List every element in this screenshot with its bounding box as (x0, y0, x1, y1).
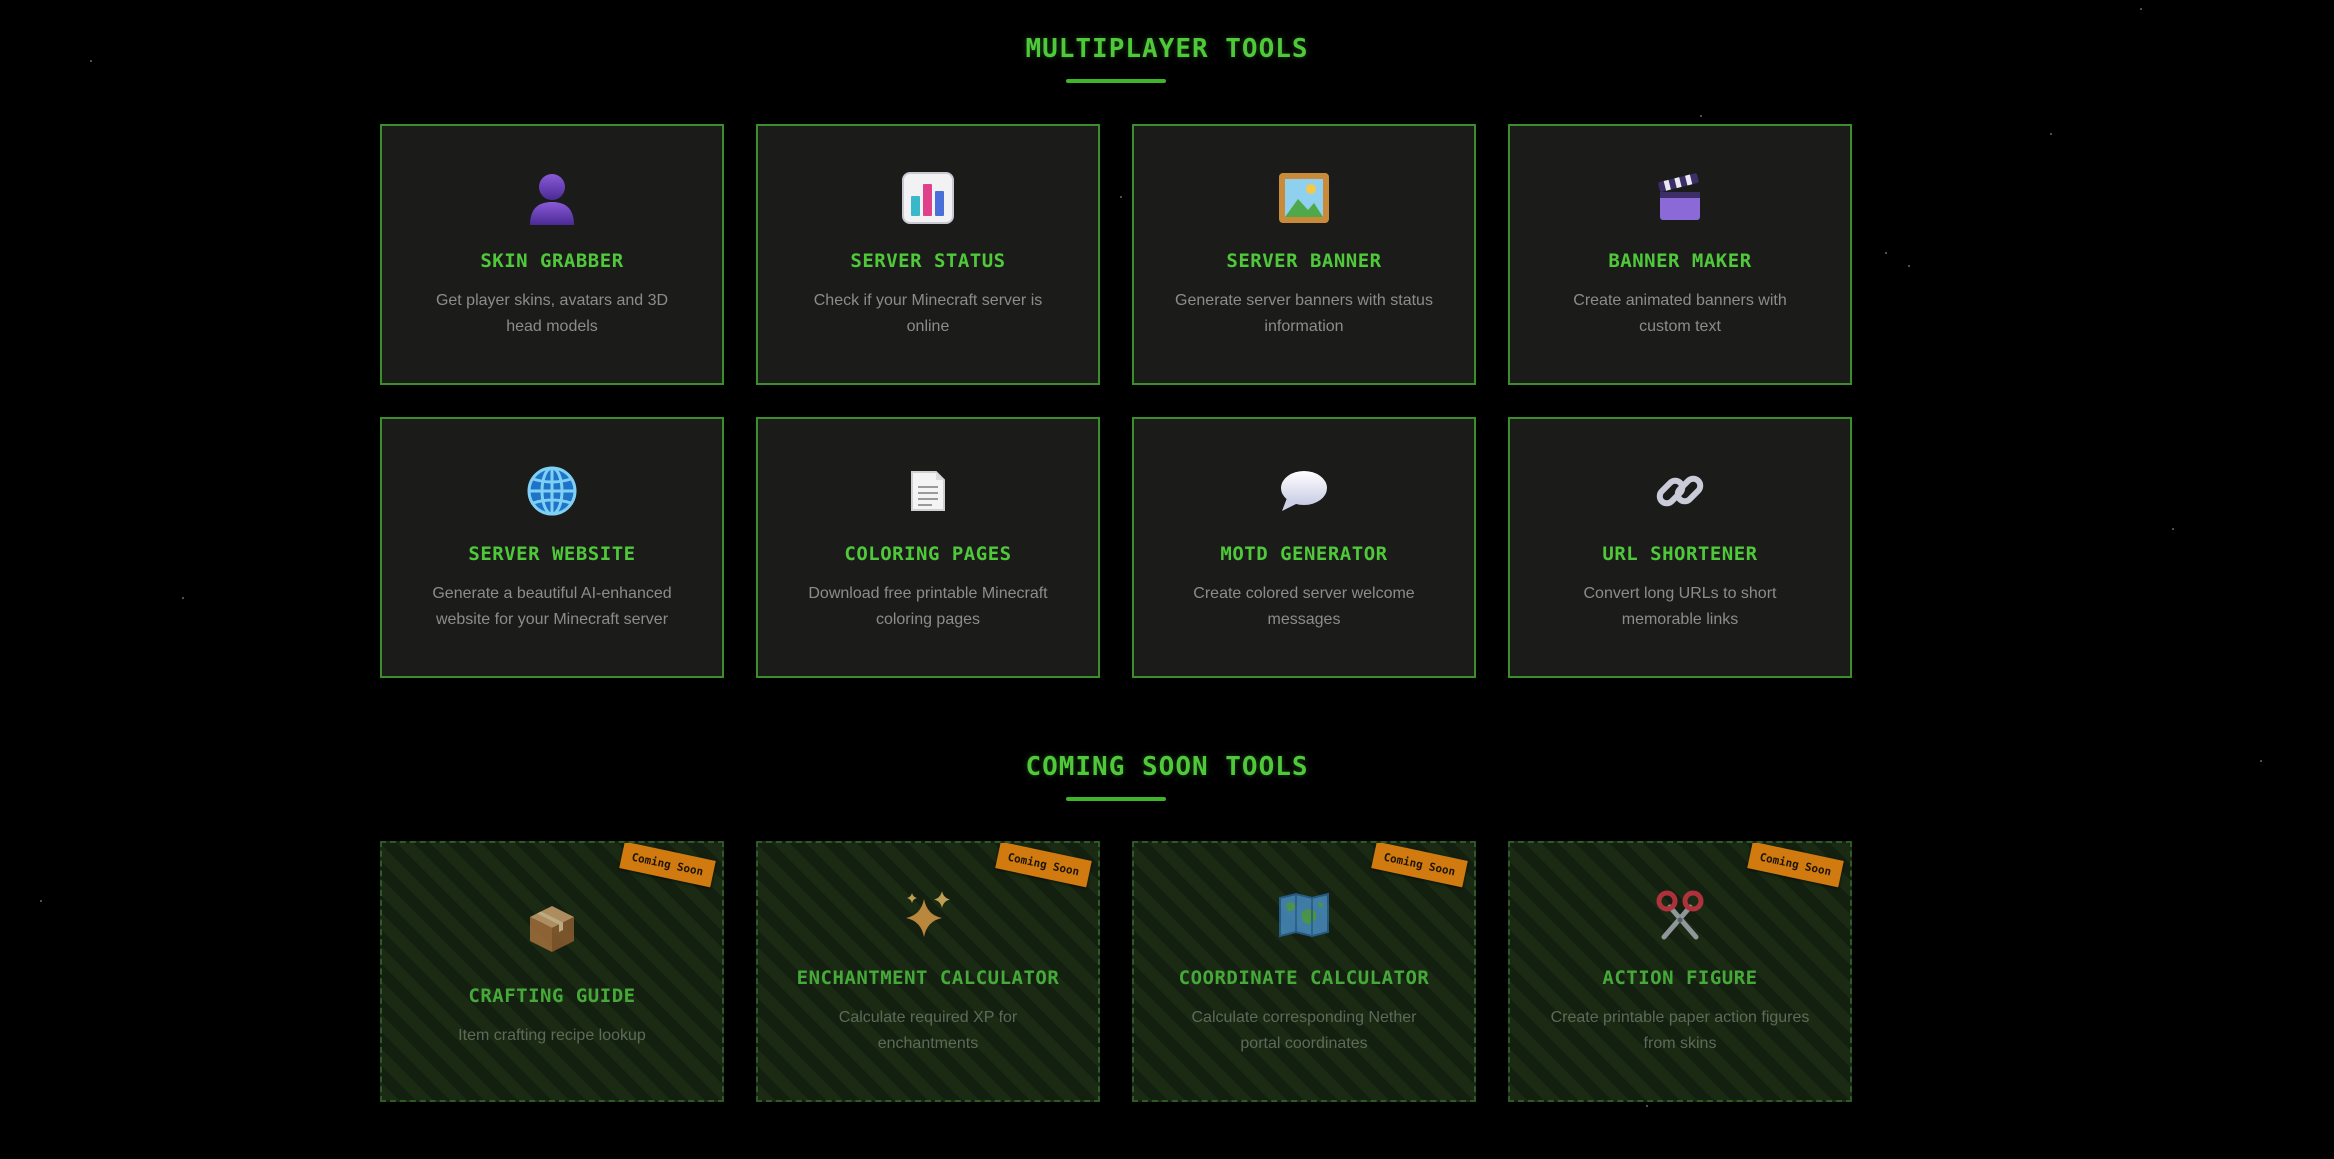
tool-card-server-status[interactable]: SERVER STATUS Check if your Minecraft se… (756, 124, 1100, 385)
coming-soon-badge: Coming Soon (1747, 843, 1844, 888)
tool-name: ENCHANTMENT CALCULATOR (796, 967, 1060, 989)
section-title-underline (1066, 797, 1166, 801)
world-map-icon (1276, 887, 1332, 943)
multiplayer-tools-grid: SKIN GRABBER Get player skins, avatars a… (380, 124, 1852, 678)
tool-description: Check if your Minecraft server is online (813, 292, 1043, 335)
tool-name: COLORING PAGES (844, 543, 1012, 565)
coming-soon-tools-grid: Coming Soon CRAFTING GUIDE Item crafting… (380, 841, 1852, 1102)
speech-bubble-icon (1276, 463, 1332, 519)
tool-card-skin-grabber[interactable]: SKIN GRABBER Get player skins, avatars a… (380, 124, 724, 385)
tool-description: Generate server banners with status info… (1175, 292, 1433, 335)
tool-card-crafting-guide[interactable]: Coming Soon CRAFTING GUIDE Item crafting… (380, 841, 724, 1102)
tool-description: Convert long URLs to short memorable lin… (1583, 585, 1777, 628)
package-icon (524, 901, 580, 957)
tool-card-motd-generator[interactable]: MOTD GENERATOR Create colored server wel… (1132, 417, 1476, 678)
globe-icon (524, 463, 580, 519)
tool-card-coordinate-calculator[interactable]: Coming Soon COORDINATE CALCULATOR Calcul… (1132, 841, 1476, 1102)
scissors-icon (1652, 887, 1708, 943)
tool-card-coloring-pages[interactable]: COLORING PAGES Download free printable M… (756, 417, 1100, 678)
tool-description: Get player skins, avatars and 3D head mo… (435, 292, 669, 335)
document-icon (900, 463, 956, 519)
tool-name: ACTION FIGURE (1602, 967, 1758, 989)
section-title-coming-soon-tools: COMING SOON TOOLS (1025, 752, 1309, 782)
tool-name: COORDINATE CALCULATOR (1178, 967, 1430, 989)
tool-card-action-figure[interactable]: Coming Soon ACTION FIGURE Create printab… (1508, 841, 1852, 1102)
sparkles-icon (900, 887, 956, 943)
tool-description: Create colored server welcome messages (1193, 585, 1415, 628)
coming-soon-badge: Coming Soon (1371, 843, 1468, 888)
coming-soon-badge: Coming Soon (619, 843, 716, 888)
tool-name: URL SHORTENER (1602, 543, 1758, 565)
tool-card-server-website[interactable]: SERVER WEBSITE Generate a beautiful AI-e… (380, 417, 724, 678)
bar-chart-icon (900, 170, 956, 226)
tool-card-server-banner[interactable]: SERVER BANNER Generate server banners wi… (1132, 124, 1476, 385)
tool-name: CRAFTING GUIDE (468, 985, 636, 1007)
tool-card-banner-maker[interactable]: BANNER MAKER Create animated banners wit… (1508, 124, 1852, 385)
tool-name: SERVER WEBSITE (468, 543, 636, 565)
tool-card-url-shortener[interactable]: URL SHORTENER Convert long URLs to short… (1508, 417, 1852, 678)
tool-name: SKIN GRABBER (480, 250, 624, 272)
section-title-underline (1066, 79, 1166, 83)
tool-card-enchantment-calculator[interactable]: Coming Soon ENCHANTMENT CALCULATOR Calcu… (756, 841, 1100, 1102)
picture-icon (1276, 170, 1332, 226)
clapperboard-icon (1652, 170, 1708, 226)
tool-description: Create printable paper action figures fr… (1550, 1009, 1810, 1052)
tool-description: Calculate required XP for enchantments (838, 1009, 1018, 1052)
coming-soon-badge: Coming Soon (995, 843, 1092, 888)
tool-description: Create animated banners with custom text (1573, 292, 1787, 335)
section-title-multiplayer-tools: MULTIPLAYER TOOLS (1025, 34, 1309, 64)
tool-name: MOTD GENERATOR (1220, 543, 1388, 565)
tool-description: Item crafting recipe lookup (458, 1027, 646, 1044)
tool-description: Download free printable Minecraft colori… (808, 585, 1048, 628)
tool-name: BANNER MAKER (1608, 250, 1752, 272)
tool-name: SERVER STATUS (850, 250, 1006, 272)
tool-name: SERVER BANNER (1226, 250, 1382, 272)
tool-description: Generate a beautiful AI-enhanced website… (432, 585, 672, 628)
person-icon (524, 170, 580, 226)
tool-description: Calculate corresponding Nether portal co… (1191, 1009, 1417, 1052)
link-icon (1652, 463, 1708, 519)
